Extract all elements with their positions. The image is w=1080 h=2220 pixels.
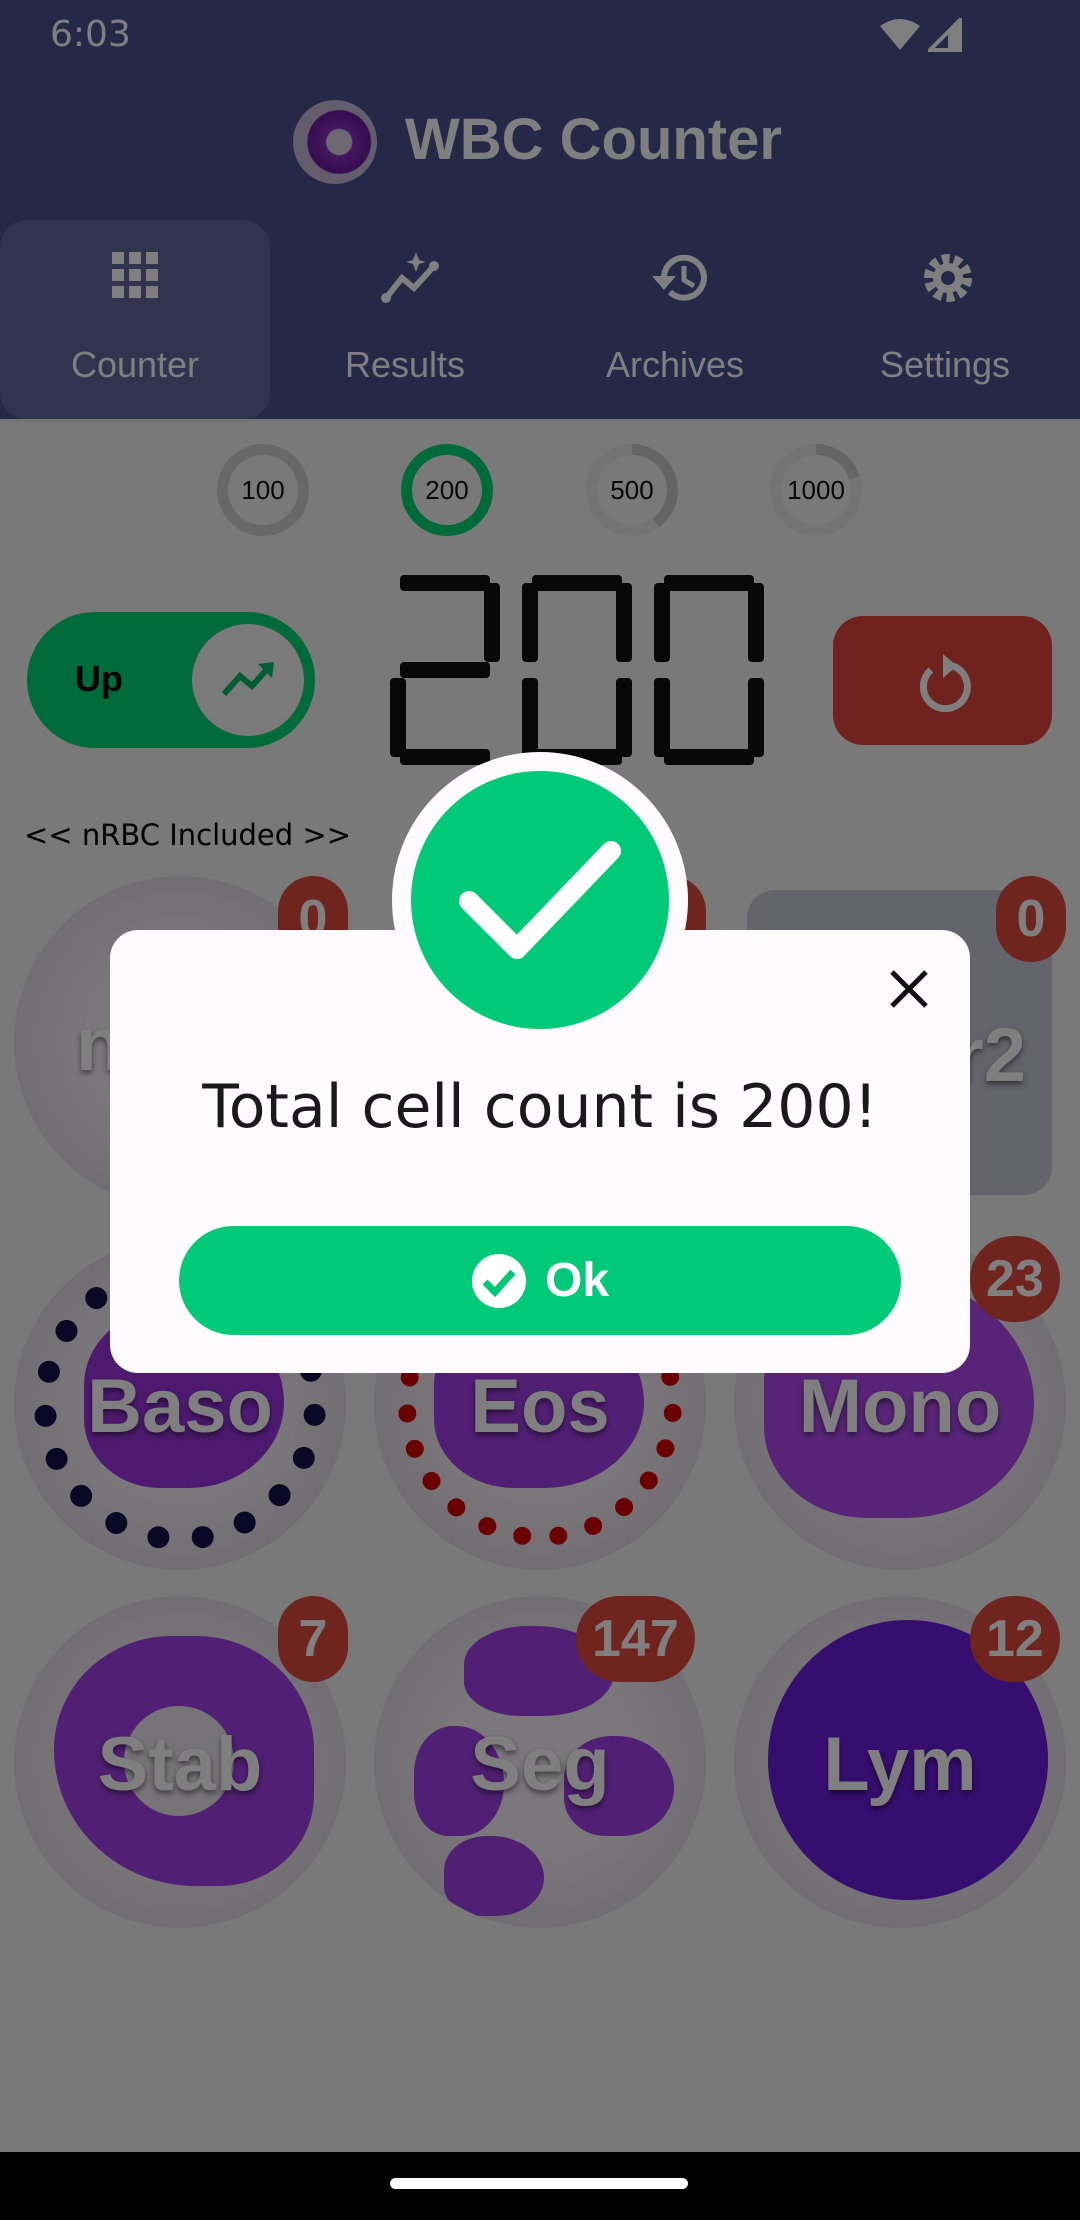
check-circle-icon [471,1253,526,1308]
ok-button[interactable]: Ok [179,1226,901,1335]
home-handle[interactable] [390,2178,688,2189]
check-circle-icon [392,752,688,1048]
close-icon[interactable] [880,960,938,1018]
ok-label: Ok [544,1254,610,1307]
dialog-message: Total cell count is 200! [202,1072,878,1142]
